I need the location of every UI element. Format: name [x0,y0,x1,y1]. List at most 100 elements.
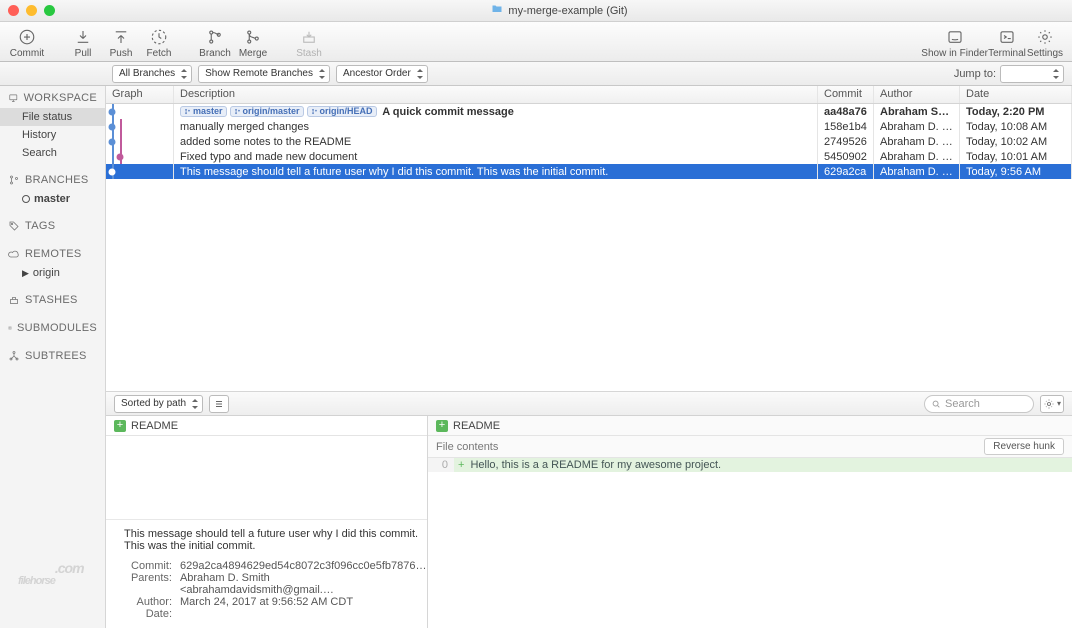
merge-label: Merge [239,48,267,59]
fetch-label: Fetch [146,48,171,59]
sidebar-stashes-header[interactable]: STASHES [0,290,105,310]
merge-button[interactable]: Merge [234,27,272,59]
branch-button[interactable]: Branch [196,27,234,59]
circle-icon [22,195,30,203]
folder-icon [491,3,503,18]
show-in-finder-label: Show in Finder [921,48,988,59]
cloud-icon [8,248,20,260]
bottom-split: + README This message should tell a futu… [106,416,1072,628]
terminal-icon [995,27,1019,47]
meta-date-label: Date: [124,608,172,620]
commit-hash: 158e1b4 [818,119,874,135]
push-icon [109,27,133,47]
fetch-button[interactable]: Fetch [140,27,178,59]
filter-bar: All Branches Show Remote Branches Ancest… [0,62,1072,86]
ref-tag[interactable]: origin/master [230,106,304,117]
diff-contents-header: File contents Reverse hunk [428,436,1072,458]
submodule-icon [8,322,12,334]
pull-label: Pull [75,48,92,59]
meta-commit-label: Commit: [124,560,172,572]
commit-row[interactable]: manually merged changes158e1b4Abraham D.… [106,119,1072,134]
col-description[interactable]: Description [174,86,818,103]
search-icon [931,399,941,409]
minimize-window-button[interactable] [26,5,37,16]
sort-select[interactable]: Sorted by path [114,395,203,413]
watermark-text: filehorse [18,575,55,587]
diff-line: 0 + Hello, this is a a README for my awe… [428,458,1072,472]
commit-date: Today, 10:01 AM [960,149,1072,165]
pull-icon [71,27,95,47]
sidebar-remote-origin[interactable]: ▶ origin [0,264,105,282]
push-button[interactable]: Push [102,27,140,59]
list-options-button[interactable] [209,395,229,413]
commit-date: Today, 10:02 AM [960,134,1072,150]
added-file-icon: + [436,420,448,432]
col-author[interactable]: Author [874,86,960,103]
commits-list: master origin/master origin/HEAD A quick… [106,104,1072,179]
ref-tag[interactable]: master [180,106,227,117]
reverse-hunk-button[interactable]: Reverse hunk [984,438,1064,455]
fetch-icon [147,27,171,47]
ancestor-order-select[interactable]: Ancestor Order [336,65,428,83]
gear-icon [1033,27,1057,47]
commit-hash: 2749526 [818,134,874,150]
all-branches-select[interactable]: All Branches [112,65,192,83]
commit-message: This message should tell a future user w… [124,528,427,552]
sidebar-subtrees-header[interactable]: SUBTREES [0,346,105,366]
monitor-icon [8,92,19,104]
show-in-finder-button[interactable]: Show in Finder [921,27,988,59]
merge-icon [241,27,265,47]
meta-parents-label: Parents: [124,572,172,596]
meta-author-label: Author: [124,596,172,608]
sidebar-remotes-header[interactable]: REMOTES [0,244,105,264]
sidebar-branches-header[interactable]: BRANCHES [0,170,105,190]
remotes-label: REMOTES [25,248,82,260]
commit-hash: 5450902 [818,149,874,165]
file-list-blank [106,436,427,519]
commit-hash: aa48a76 [818,104,874,120]
pull-button[interactable]: Pull [64,27,102,59]
file-list-panel: + README This message should tell a futu… [106,416,428,628]
stash-label: Stash [296,48,322,59]
sidebar-tags-header[interactable]: TAGS [0,216,105,236]
file-row[interactable]: + README [106,416,427,436]
terminal-button[interactable]: Terminal [988,27,1026,59]
sidebar-history[interactable]: History [0,126,105,144]
options-gear-button[interactable]: ▾ [1040,395,1064,413]
toolbar: Commit Pull Push Fetch Branch Merge Stas… [0,22,1072,62]
commit-row[interactable]: master origin/master origin/HEAD A quick… [106,104,1072,119]
meta-author-value: March 24, 2017 at 9:56:52 AM CDT [180,596,353,608]
col-date[interactable]: Date [960,86,1072,103]
stash-button[interactable]: Stash [290,27,328,59]
meta-parents-value: Abraham D. Smith <abrahamdavidsmith@gmai… [180,572,427,596]
col-commit[interactable]: Commit [818,86,874,103]
sidebar-workspace-header[interactable]: WORKSPACE [0,88,105,108]
commit-author: Abraham D. Smith… [874,119,960,135]
commit-button[interactable]: Commit [8,27,46,59]
terminal-label: Terminal [988,48,1026,59]
sidebar-submodules-header[interactable]: SUBMODULES [0,318,105,338]
titlebar: my-merge-example (Git) [0,0,1072,22]
jump-to-select[interactable] [1000,65,1064,83]
settings-button[interactable]: Settings [1026,27,1064,59]
file-contents-label: File contents [436,441,498,453]
sidebar-search[interactable]: Search [0,144,105,162]
commit-date: Today, 2:20 PM [960,104,1072,120]
search-input[interactable]: Search [924,395,1034,413]
col-graph[interactable]: Graph [106,86,174,103]
commits-blank-area [106,179,1072,392]
sidebar-branch-master[interactable]: master [0,190,105,208]
commit-row[interactable]: added some notes to the README2749526Abr… [106,134,1072,149]
ref-tag[interactable]: origin/HEAD [307,106,377,117]
tags-label: TAGS [25,220,55,232]
commits-panel: Graph Description Commit Author Date mas… [106,86,1072,628]
close-window-button[interactable] [8,5,19,16]
zoom-window-button[interactable] [44,5,55,16]
subtrees-label: SUBTREES [25,350,87,362]
sidebar-file-status[interactable]: File status [0,108,105,126]
remote-branches-select[interactable]: Show Remote Branches [198,65,330,83]
commit-row[interactable]: Fixed typo and made new document5450902A… [106,149,1072,164]
watermark: filehorse.com [18,558,84,592]
stash-icon [8,294,20,306]
commit-row[interactable]: This message should tell a future user w… [106,164,1072,179]
